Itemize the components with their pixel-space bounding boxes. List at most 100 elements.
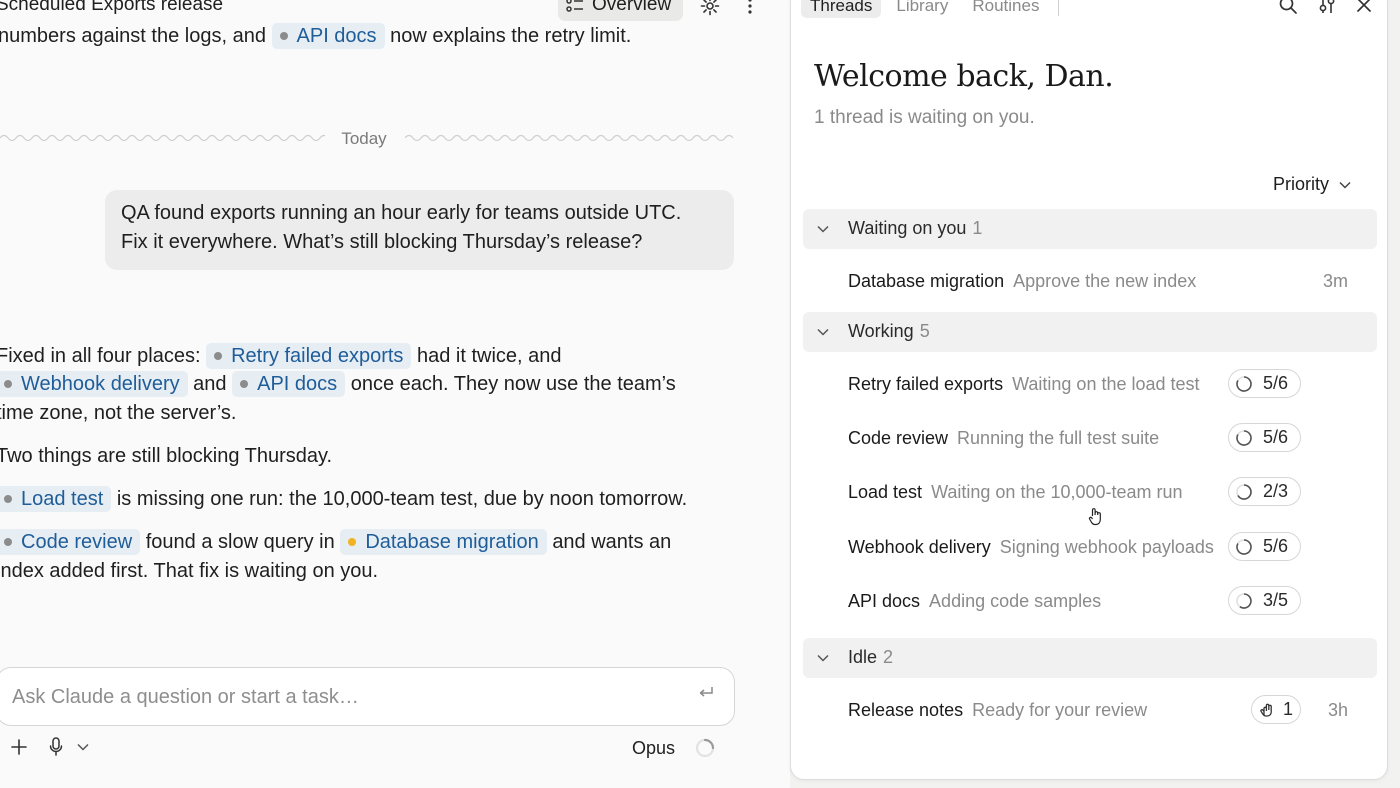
thread-chip-retry-failed-exports[interactable]: Retry failed exports — [206, 343, 412, 369]
group-count: 2 — [883, 647, 894, 667]
message-text: now explains the retry limit. — [390, 25, 632, 47]
enter-icon[interactable] — [698, 686, 714, 705]
status-dot — [214, 352, 223, 360]
tab-divider — [1058, 0, 1060, 16]
chip-label: API docs — [257, 373, 338, 395]
badge-count: 1 — [1283, 699, 1294, 719]
overview-button[interactable]: Overview — [558, 0, 684, 21]
status-dot — [4, 538, 12, 546]
reply-line-7: index added first. That fix is waiting o… — [0, 557, 378, 586]
thread-chip-api-docs[interactable]: API docs — [232, 371, 346, 397]
chevron-down-icon — [817, 328, 829, 336]
sort-dropdown[interactable]: Priority — [1273, 174, 1351, 195]
tab-library[interactable]: Library — [887, 0, 957, 18]
thread-title: Retry failed exports Waiting on the load … — [848, 374, 1200, 394]
microphone-icon[interactable] — [46, 736, 66, 758]
tab-routines[interactable]: Routines — [963, 0, 1048, 18]
progress-pill: 5/6 — [1228, 532, 1301, 561]
reply-text: is missing one run: the 10,000-team test… — [116, 488, 688, 510]
more-options-icon[interactable] — [742, 0, 758, 18]
thread-row-api-docs[interactable]: API docs Adding code samples 3/5 — [848, 585, 1368, 621]
review-badge: 1 — [1251, 695, 1301, 724]
status-dot — [240, 380, 249, 388]
thread-row-code-review[interactable]: Code review Running the full test suite 5… — [848, 422, 1368, 458]
status-dot — [4, 495, 12, 503]
thread-chip-code-review[interactable]: Code review — [0, 529, 141, 555]
threads-panel: Threads Library Routines Welcome back, D… — [790, 0, 1388, 780]
reply-line-5: Load test is missing one run: the 10,000… — [0, 485, 687, 514]
progress-pill: 5/6 — [1228, 369, 1301, 398]
thread-row-retry-failed-exports[interactable]: Retry failed exports Waiting on the load … — [848, 368, 1368, 404]
group-label: Waiting on you 1 — [848, 218, 983, 238]
thread-time: 3h — [1327, 700, 1348, 720]
progress-count: 2/3 — [1263, 481, 1289, 501]
thread-chip-api-docs[interactable]: API docs — [271, 23, 385, 49]
outline-list-icon — [566, 0, 584, 13]
thread-subtitle: Running the full test suite — [957, 428, 1160, 448]
thread-chip-database-migration[interactable]: Database migration — [340, 529, 547, 555]
filter-sliders-icon[interactable] — [1315, 0, 1339, 17]
group-count: 1 — [972, 218, 983, 238]
thread-row-database-migration[interactable]: Database migration Approve the new index … — [848, 265, 1368, 301]
thread-row-webhook-delivery[interactable]: Webhook delivery Signing webhook payloads… — [848, 531, 1368, 567]
thread-title: Code review Running the full test suite — [848, 428, 1160, 448]
progress-count: 5/6 — [1263, 536, 1289, 556]
chip-label: Database migration — [365, 531, 539, 553]
reply-text: and — [193, 373, 227, 395]
close-icon[interactable] — [1352, 0, 1376, 17]
reply-text: and wants an — [552, 531, 672, 553]
thread-title: Database migration Approve the new index — [848, 271, 1197, 291]
progress-count: 3/5 — [1263, 590, 1289, 610]
sort-label: Priority — [1273, 174, 1330, 194]
welcome-heading: Welcome back, Dan. — [814, 59, 1114, 94]
thread-subtitle: Ready for your review — [972, 700, 1148, 720]
thread-subtitle: Waiting on the 10,000-team run — [931, 482, 1183, 502]
progress-count: 5/6 — [1263, 373, 1289, 393]
thread-title: API docs Adding code samples — [848, 591, 1102, 611]
reply-line-6: Code review found a slow query in Databa… — [0, 528, 671, 557]
reply-line-1: Fixed in all four places: Retry failed e… — [0, 342, 562, 371]
reply-line-2: Webhook delivery and API docs once each.… — [0, 370, 676, 399]
reply-text: once each. They now use the team’s — [350, 373, 676, 395]
progress-ring-icon — [1236, 375, 1252, 392]
settings-gear-icon[interactable] — [698, 0, 722, 18]
chevron-down-icon — [1339, 181, 1351, 189]
thread-chip-webhook-delivery[interactable]: Webhook delivery — [0, 371, 188, 397]
chevron-down-icon[interactable] — [76, 740, 90, 754]
reply-text: found a slow query in — [145, 531, 335, 553]
reply-text: Fixed in all four places: — [0, 345, 201, 367]
date-divider: Today — [0, 125, 734, 153]
thread-subtitle: Waiting on the load test — [1012, 374, 1200, 394]
reply-text: time zone, not the server’s. — [0, 402, 237, 424]
group-header-idle[interactable]: Idle 2 — [803, 638, 1377, 678]
hand-wave-icon — [1260, 703, 1272, 717]
progress-ring-icon — [1236, 592, 1252, 609]
progress-pill: 2/3 — [1228, 477, 1301, 506]
reply-line-3: time zone, not the server’s. — [0, 399, 237, 428]
progress-count: 5/6 — [1263, 427, 1289, 447]
add-attachment-icon[interactable] — [8, 736, 30, 758]
reply-text: Two things are still blocking Thursday. — [0, 445, 333, 467]
tab-threads[interactable]: Threads — [801, 0, 882, 18]
thread-row-release-notes[interactable]: Release notes Ready for your review 1 3h — [848, 694, 1368, 730]
group-header-waiting[interactable]: Waiting on you 1 — [803, 209, 1377, 249]
reply-line-4: Two things are still blocking Thursday. — [0, 442, 332, 471]
thread-time: 3m — [1322, 271, 1348, 291]
message-composer — [0, 667, 735, 726]
group-header-working[interactable]: Working 5 — [803, 312, 1377, 352]
mouse-pointer-icon — [1088, 507, 1104, 527]
composer-input[interactable] — [12, 682, 672, 712]
pending-status-dot — [348, 538, 357, 546]
user-message-line: QA found exports running an hour early f… — [121, 202, 682, 224]
user-message-line: Fix it everywhere. What’s still blocking… — [121, 230, 643, 253]
thread-row-load-test[interactable]: Load test Waiting on the 10,000-team run … — [848, 476, 1368, 512]
model-selector[interactable]: Opus — [632, 738, 675, 759]
thread-title: Scheduled Exports release — [0, 0, 224, 15]
search-icon[interactable] — [1276, 0, 1300, 17]
reply-text: index added first. That fix is waiting o… — [0, 560, 379, 582]
status-dot — [4, 380, 12, 388]
progress-ring-icon — [1236, 483, 1252, 500]
thread-chip-load-test[interactable]: Load test — [0, 486, 112, 512]
thread-title: Load test Waiting on the 10,000-team run — [848, 482, 1183, 502]
thread-title: Webhook delivery Signing webhook payloads — [848, 537, 1214, 557]
